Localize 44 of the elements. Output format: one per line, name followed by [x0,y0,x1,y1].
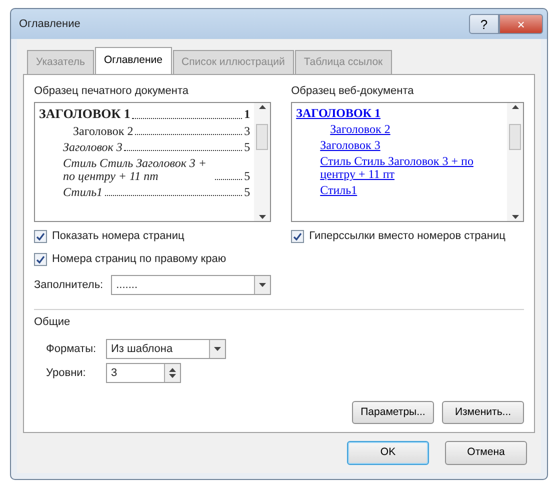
dropdown-arrow-icon[interactable] [214,346,221,351]
field-label: Уровни: [46,366,87,380]
window-title: Оглавление [19,16,82,32]
checkbox[interactable] [34,230,47,243]
checkbox[interactable] [291,230,304,243]
checkbox-label: Номера страниц по правому краю [52,252,226,267]
cancel-button[interactable]: Отмена [445,441,527,465]
scroll-up-icon[interactable] [512,105,518,110]
preview-entry: Заголовок 3 [63,140,122,154]
ok-button[interactable]: OK [347,441,429,465]
preview-label: Образец печатного документа [34,84,190,99]
dropdown-arrow-icon[interactable] [259,283,266,288]
scroll-down-icon[interactable] [258,215,266,220]
dropdown[interactable]: ....... [111,275,272,296]
scroll-thumb[interactable] [509,124,521,150]
page-number: 5 [244,140,250,154]
scroll-thumb[interactable] [256,124,268,150]
preview-entry: ЗАГОЛОВОК 1 [39,107,130,122]
checkbox-label: Гиперссылки вместо номеров страниц [309,229,506,244]
spin-field[interactable]: 3 [106,362,181,383]
dropdown[interactable]: Из шаблона [106,338,226,359]
checkbox-label: Показать номера страниц [52,229,184,244]
page-number: 5 [244,170,250,184]
preview-entry: Стиль1 [63,186,103,200]
help-button[interactable]: ? [469,14,499,34]
tab[interactable]: Оглавление [94,47,172,74]
spin-down-icon[interactable] [169,374,176,378]
scrollbar[interactable] [254,103,270,222]
field-label: Заполнитель: [34,278,104,293]
scroll-down-icon[interactable] [512,215,518,220]
preview-entry: Стиль Стиль Заголовок 3 + по центру + 11 пт [63,156,208,184]
preview-entry: Заголовок 2 [73,124,134,138]
page-number: 1 [244,108,250,122]
checkbox[interactable] [34,252,47,266]
scrollbar[interactable] [507,103,523,222]
dialog-button[interactable]: Параметры... [352,400,434,424]
group-title: Общие [34,316,70,328]
page-number: 5 [244,186,250,200]
dialog-button[interactable]: Изменить... [442,400,524,424]
page-number: 3 [244,124,250,138]
preview-label: Образец веб-документа [291,84,415,99]
scroll-up-icon[interactable] [258,105,266,110]
spin-up-icon[interactable] [169,368,176,372]
field-label: Форматы: [46,342,98,356]
